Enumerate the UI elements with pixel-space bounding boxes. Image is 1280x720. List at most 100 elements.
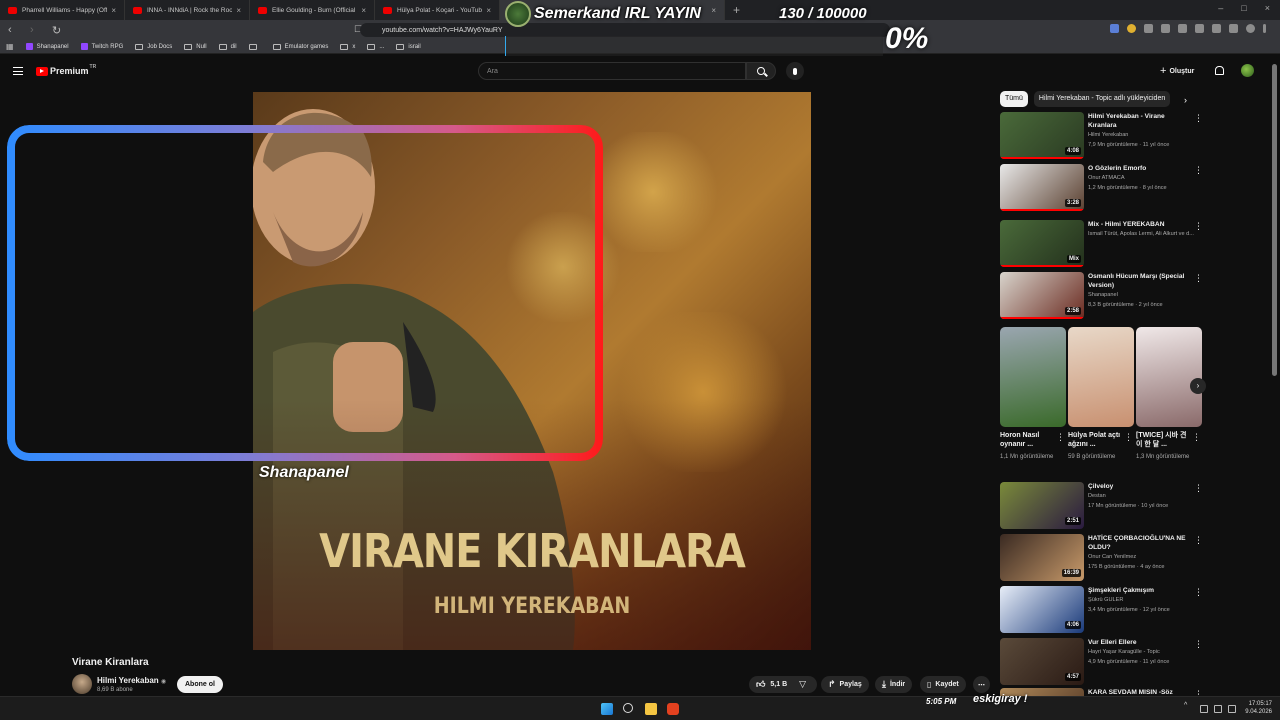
more-options-icon[interactable]: ⋮ [1194, 536, 1203, 545]
tray-chevron-icon[interactable]: ^ [1184, 702, 1192, 710]
chip-uploader[interactable]: Hilmi Yerekaban - Topic adlı yükleyicide… [1033, 91, 1171, 107]
recommendation-title[interactable]: Şimşekleri Çakmışım [1088, 586, 1190, 595]
browser-tab[interactable]: Ellie Goulding - Burn (Official Video) × [250, 0, 375, 20]
recommendation-channel[interactable]: Hilmi Yerekaban [1088, 132, 1196, 138]
dislike-button[interactable]: ▽ [799, 679, 806, 690]
more-options-icon[interactable]: ⋮ [1194, 484, 1203, 493]
short-title[interactable]: Hülya Polat açtı ağzını ... [1068, 431, 1124, 449]
recommendation-item[interactable]: Mix Mix - Hilmi YEREKABAN İsmail Türüt, Ap… [1000, 220, 1203, 268]
search-button[interactable] [746, 62, 776, 80]
more-options-icon[interactable]: ⋮ [1194, 640, 1203, 649]
recommendation-title[interactable]: Çilveloy [1088, 482, 1190, 491]
short-thumbnail[interactable] [1068, 327, 1134, 427]
more-options-icon[interactable]: ⋮ [1124, 432, 1133, 443]
brave-browser-icon[interactable] [667, 703, 679, 715]
short-title[interactable]: [TWICE] 시바 견이 한 달 ... [1136, 431, 1192, 449]
more-options-icon[interactable]: ⋮ [1194, 114, 1203, 123]
recommendation-title[interactable]: HATİCE ÇORBACIOĞLU'NA NE OLDU? [1088, 534, 1190, 552]
recommendation-channel[interactable]: Hayri Yaşar Karagülle - Topic [1088, 649, 1196, 655]
bookmark-item[interactable]: Null [184, 43, 207, 50]
extension-icon[interactable] [1195, 24, 1204, 33]
chevron-right-icon[interactable]: › [1184, 95, 1187, 105]
video-thumbnail[interactable]: 3:28 [1000, 164, 1084, 211]
recommendation-title[interactable]: Mix - Hilmi YEREKABAN [1088, 220, 1190, 229]
bookmark-item[interactable]: ... [367, 43, 384, 50]
bookmark-item[interactable]: Shanapanel [25, 43, 69, 50]
bookmark-item[interactable]: Job Docs [135, 43, 172, 50]
voice-search-button[interactable] [786, 62, 804, 80]
recommendation-item[interactable]: 3:28 O Gözlerin Emorfo Onur ATMACA 1,2 Mn g… [1000, 164, 1203, 212]
share-button[interactable]: ↱ Paylaş [821, 676, 869, 693]
close-tab-icon[interactable]: × [236, 6, 241, 15]
more-options-icon[interactable]: ⋮ [1056, 432, 1065, 443]
volume-icon[interactable] [1214, 705, 1222, 713]
recommendation-channel[interactable]: Shanapanel [1088, 292, 1196, 298]
download-button[interactable]: ⤓ İndir [875, 676, 913, 693]
bookmark-item[interactable]: israil [396, 43, 421, 50]
bookmark-item[interactable]: dil [218, 43, 237, 50]
profile-icon[interactable] [1246, 24, 1255, 33]
network-icon[interactable] [1200, 705, 1208, 713]
more-options-icon[interactable]: ⋮ [1194, 274, 1203, 283]
recommendation-channel[interactable]: Şükrü GÜLER [1088, 597, 1196, 603]
extension-icon[interactable] [1127, 24, 1136, 33]
youtube-logo[interactable]: Premium TR [36, 64, 96, 76]
notifications-bell-icon[interactable] [1215, 66, 1224, 75]
search-icon[interactable] [623, 703, 633, 713]
bookmark-item[interactable] [248, 43, 261, 50]
video-thumbnail[interactable]: 4:57 [1000, 638, 1084, 685]
channel-name[interactable]: Hilmi Yerekaban ◉ [97, 676, 166, 685]
browser-tab[interactable]: Hülya Polat - Koçari - YouTube × [375, 0, 500, 20]
create-button[interactable]: + Oluştur [1160, 65, 1194, 77]
hamburger-menu-icon[interactable] [13, 67, 23, 75]
sidebar-icon[interactable] [1229, 24, 1238, 33]
browser-tab[interactable]: Pharrell Williams - Happy (Official Vi× [0, 0, 125, 20]
media-icon[interactable] [1212, 24, 1221, 33]
close-tab-icon[interactable]: × [711, 6, 716, 15]
video-thumbnail[interactable]: 2:51 [1000, 482, 1084, 529]
maximize-icon[interactable]: □ [1241, 3, 1246, 13]
search-input[interactable]: Ara [478, 62, 746, 80]
like-button[interactable]: 👍︎ 5,1 B [756, 679, 787, 690]
bookmark-item[interactable]: Twitch RPG [80, 43, 123, 50]
video-thumbnail[interactable]: 2:58 [1000, 272, 1084, 319]
back-icon[interactable]: ‹ [8, 24, 22, 36]
close-tab-icon[interactable]: × [486, 6, 491, 15]
recommendation-channel[interactable]: Onur ATMACA [1088, 175, 1196, 181]
minimize-icon[interactable]: – [1218, 3, 1223, 13]
save-button[interactable]: ▯ Kaydet [920, 676, 966, 693]
reload-icon[interactable]: ↻ [52, 24, 66, 37]
windows-start-icon[interactable] [601, 703, 613, 715]
forward-icon[interactable]: › [30, 24, 44, 36]
scrollbar[interactable] [1272, 64, 1277, 376]
close-window-icon[interactable]: × [1265, 3, 1270, 13]
video-thumbnail[interactable]: Mix [1000, 220, 1084, 267]
recommendation-item[interactable]: 2:58 Osmanlı Hücum Marşı (Special Version… [1000, 272, 1203, 320]
subscribe-button[interactable]: Abone ol [177, 676, 223, 693]
recommendation-channel[interactable]: İsmail Türüt, Apolas Lermi, Ali Alkurt v… [1088, 231, 1196, 237]
extension-icon[interactable] [1161, 24, 1170, 33]
video-thumbnail[interactable]: 4:08 [1000, 112, 1084, 159]
recommendation-item[interactable]: 4:08 Hilmi Yerekaban - Virane Kıranlara Hi… [1000, 112, 1203, 160]
short-thumbnail[interactable] [1000, 327, 1066, 427]
recommendation-title[interactable]: Vur Elleri Ellere [1088, 638, 1190, 647]
extension-icon[interactable] [1144, 24, 1153, 33]
battery-icon[interactable] [1228, 705, 1236, 713]
bookmark-item[interactable]: Emulator games [272, 43, 328, 50]
recommendation-channel[interactable]: Destan [1088, 493, 1196, 499]
url-input[interactable]: youtube.com/watch?v=HAJWy6YauRY [360, 23, 890, 37]
short-title[interactable]: Horon Nasıl oynanır ... [1000, 431, 1056, 449]
video-thumbnail[interactable]: 4:06 [1000, 586, 1084, 633]
apps-grid-icon[interactable]: ▦ [6, 42, 14, 51]
more-options-icon[interactable]: ⋮ [1194, 588, 1203, 597]
new-tab-icon[interactable]: + [733, 3, 740, 17]
more-options-icon[interactable]: ⋮ [1192, 432, 1201, 443]
recommendation-item[interactable]: 4:57 Vur Elleri Ellere Hayri Yaşar Karagül… [1000, 638, 1203, 686]
chip-all[interactable]: Tümü [1000, 91, 1028, 107]
channel-avatar[interactable] [72, 674, 92, 694]
translate-icon[interactable] [1110, 24, 1119, 33]
recommendation-item[interactable]: 2:51 Çilveloy Destan 17 Mn görüntüleme · 10… [1000, 482, 1203, 530]
file-explorer-icon[interactable] [645, 703, 657, 715]
more-options-icon[interactable]: ⋮ [1194, 222, 1203, 231]
browser-tab[interactable]: INNA - INNdiA | Rock the Roof @ Is× [125, 0, 250, 20]
